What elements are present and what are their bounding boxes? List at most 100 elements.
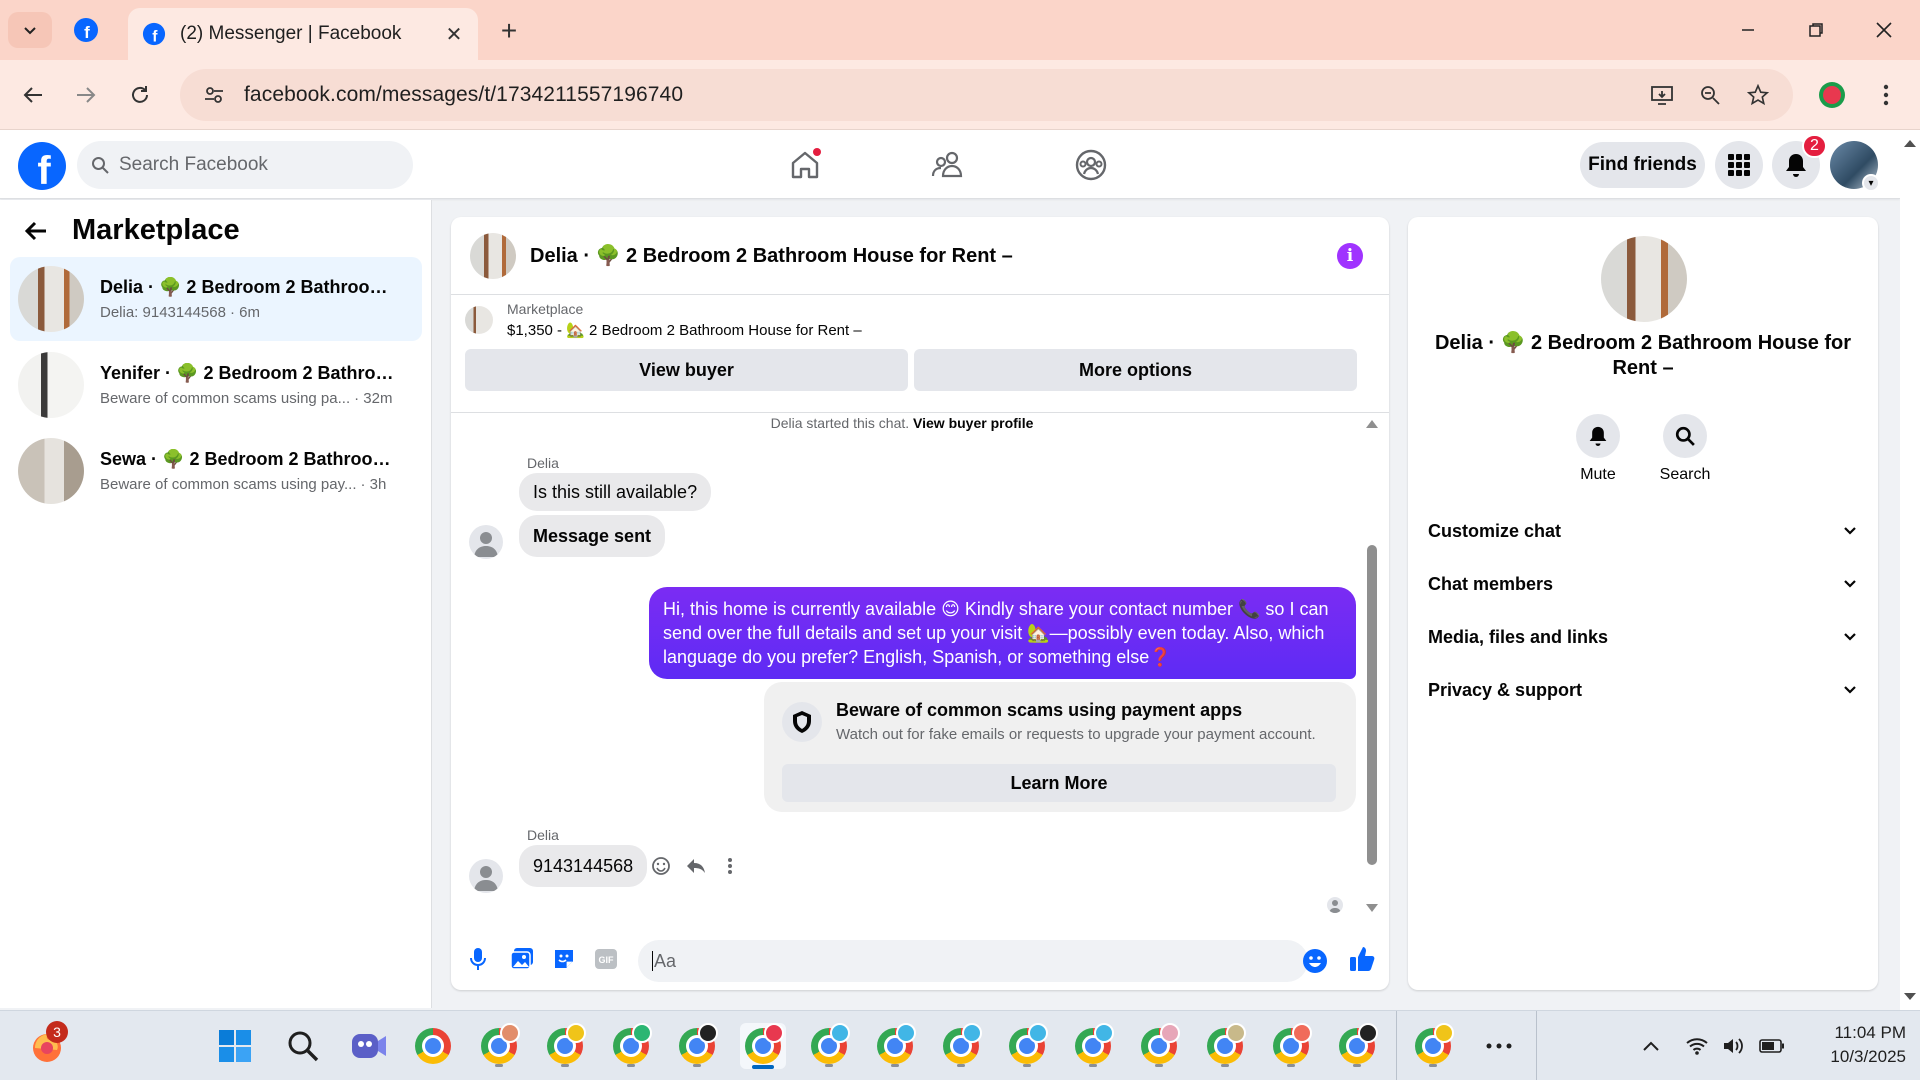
nav-friends[interactable] [920, 140, 976, 190]
back-button[interactable] [13, 75, 53, 115]
taskbar-chrome-12[interactable] [1136, 1023, 1182, 1069]
section-media-files-links[interactable]: Media, files and links [1428, 617, 1858, 657]
sticker-icon[interactable] [549, 944, 579, 974]
learn-more-button[interactable]: Learn More [782, 764, 1336, 802]
pinned-tab-facebook[interactable]: f [72, 16, 100, 44]
battery-icon[interactable] [1756, 1011, 1788, 1080]
taskbar-chrome-10[interactable] [1004, 1023, 1050, 1069]
taskbar-chrome-3[interactable] [542, 1023, 588, 1069]
react-emoji-icon[interactable] [648, 853, 674, 879]
facebook-logo[interactable]: f [18, 142, 66, 190]
start-button[interactable] [212, 1023, 258, 1069]
info-icon[interactable]: i [1337, 243, 1363, 269]
minimize-button[interactable] [1724, 10, 1772, 50]
new-tab-button[interactable]: + [492, 14, 526, 48]
profile-badge [1094, 1023, 1114, 1043]
taskbar-chrome-2[interactable] [476, 1023, 522, 1069]
restore-button[interactable] [1792, 10, 1840, 50]
scroll-up-icon[interactable] [1363, 417, 1381, 431]
taskbar-chrome-8[interactable] [872, 1023, 918, 1069]
tab-messenger[interactable]: f (2) Messenger | Facebook ✕ [128, 8, 478, 60]
taskbar-chrome-16[interactable] [1410, 1023, 1456, 1069]
photo-icon[interactable] [507, 944, 537, 974]
extension-button[interactable] [1812, 75, 1852, 115]
zoom-icon[interactable] [1690, 75, 1730, 115]
chat-avatar[interactable] [470, 232, 516, 279]
section-chat-members[interactable]: Chat members [1428, 564, 1858, 604]
mute-action[interactable]: Mute [1558, 414, 1638, 484]
system-clock[interactable]: 11:04 PM 10/3/2025 [1796, 1021, 1906, 1069]
taskbar-chrome-1[interactable] [410, 1023, 456, 1069]
taskbar-chrome-15[interactable] [1334, 1023, 1380, 1069]
listing-description[interactable]: $1,350 - 🏡 2 Bedroom 2 Bathroom House fo… [507, 321, 862, 339]
taskbar-firefox[interactable]: 3 [24, 1021, 70, 1069]
view-buyer-profile-link[interactable]: View buyer profile [913, 415, 1033, 431]
profile-badge [632, 1023, 652, 1043]
outgoing-message[interactable]: Hi, this home is currently available 😊 K… [649, 587, 1356, 679]
more-actions-icon[interactable] [717, 853, 743, 879]
volume-icon[interactable] [1719, 1011, 1749, 1080]
browser-menu-button[interactable] [1866, 75, 1906, 115]
like-thumbs-up-icon[interactable] [1347, 944, 1377, 974]
tab-search-button[interactable] [8, 12, 52, 48]
show-hidden-icons-button[interactable] [1636, 1011, 1666, 1080]
message-input[interactable]: Aa [638, 940, 1308, 982]
forward-button[interactable] [66, 75, 106, 115]
url-text[interactable]: facebook.com/messages/t/1734211557196740 [244, 83, 683, 107]
menu-button[interactable] [1715, 141, 1763, 189]
scrollbar-thumb[interactable] [1367, 545, 1377, 865]
reload-button[interactable] [120, 75, 160, 115]
microphone-icon[interactable] [463, 944, 493, 974]
conversation-item[interactable]: Sewa · 🌳 2 Bedroom 2 Bathroom ... Beware… [10, 429, 422, 513]
scroll-up-icon[interactable] [1900, 134, 1920, 154]
view-buyer-button[interactable]: View buyer [465, 349, 908, 391]
windows-taskbar: 3 11:04 PM 10/3/2025 [0, 1010, 1920, 1080]
site-info-icon[interactable] [198, 79, 230, 111]
facebook-search-input[interactable]: Search Facebook [77, 141, 413, 189]
back-arrow-icon[interactable] [24, 220, 48, 242]
emoji-icon[interactable] [1300, 946, 1330, 976]
scroll-down-icon[interactable] [1363, 901, 1381, 915]
taskbar-chrome-active[interactable] [740, 1023, 786, 1069]
taskbar-chrome-9[interactable] [938, 1023, 984, 1069]
page-scrollbar[interactable] [1900, 130, 1920, 1010]
conversation-item[interactable]: Delia · 🌳 2 Bedroom 2 Bathroom ... Delia… [10, 257, 422, 341]
chat-scrollbar[interactable] [1363, 417, 1381, 917]
taskbar-meet[interactable] [346, 1023, 392, 1069]
taskbar-chrome-5[interactable] [674, 1023, 720, 1069]
incoming-message[interactable]: 9143144568 [519, 845, 648, 887]
find-friends-button[interactable]: Find friends [1580, 142, 1705, 188]
minimize-icon [1742, 29, 1754, 31]
taskbar-chrome-14[interactable] [1268, 1023, 1314, 1069]
close-window-button[interactable] [1860, 10, 1908, 50]
section-customize-chat[interactable]: Customize chat [1428, 511, 1858, 551]
taskbar-chrome-7[interactable] [806, 1023, 852, 1069]
section-privacy-support[interactable]: Privacy & support [1428, 670, 1858, 710]
search-action[interactable]: Search [1645, 414, 1725, 484]
sender-avatar[interactable] [469, 859, 503, 893]
chevron-down-icon[interactable]: ▾ [1862, 174, 1880, 192]
reply-icon[interactable] [683, 853, 709, 879]
close-tab-icon[interactable]: ✕ [442, 22, 466, 46]
more-options-button[interactable]: More options [914, 349, 1357, 391]
scroll-down-icon[interactable] [1900, 986, 1920, 1006]
taskbar-chrome-13[interactable] [1202, 1023, 1248, 1069]
install-app-icon[interactable] [1642, 75, 1682, 115]
wifi-icon[interactable] [1682, 1011, 1712, 1080]
chat-title[interactable]: Delia · 🌳 2 Bedroom 2 Bathroom House for… [530, 243, 1013, 268]
taskbar-chrome-11[interactable] [1070, 1023, 1116, 1069]
address-bar[interactable]: facebook.com/messages/t/1734211557196740 [180, 69, 1793, 121]
taskbar-overflow-button[interactable] [1476, 1023, 1522, 1069]
details-avatar[interactable] [1601, 236, 1687, 322]
conversation-item[interactable]: Yenifer · 🌳 2 Bedroom 2 Bathroo... Bewar… [10, 343, 422, 427]
incoming-message[interactable]: Message sent [519, 515, 666, 557]
nav-home[interactable] [777, 140, 833, 190]
taskbar-chrome-4[interactable] [608, 1023, 654, 1069]
gif-icon[interactable]: GIF [591, 944, 621, 974]
bookmark-star-icon[interactable] [1738, 75, 1778, 115]
sender-avatar[interactable] [469, 525, 503, 559]
incoming-message[interactable]: Is this still available? [519, 473, 712, 511]
nav-groups[interactable] [1063, 140, 1119, 190]
taskbar-search[interactable] [280, 1023, 326, 1069]
extension-icon [1819, 82, 1845, 108]
